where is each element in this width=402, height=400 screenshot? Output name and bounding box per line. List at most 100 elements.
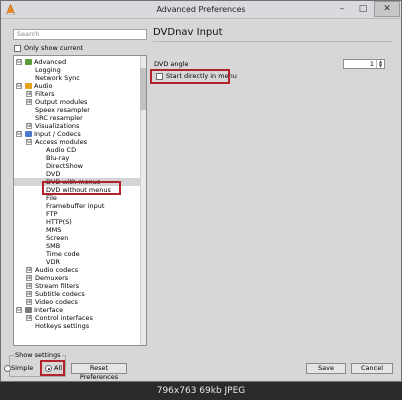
collapse-icon[interactable]: ⊟ <box>16 59 22 65</box>
tree-item[interactable]: ⊞ Audio codecs <box>14 266 141 274</box>
tree-item-label: Audio codecs <box>35 266 79 274</box>
tree-item-label: DVD <box>46 170 61 178</box>
preferences-tree[interactable]: ⊟ Advanced Logging Network Sync ⊟ Audio ⊞ Filte… <box>13 55 147 346</box>
tree-item-label: Input / Codecs <box>34 130 81 138</box>
tree-item[interactable]: DirectShow <box>14 162 141 170</box>
spin-arrows-icon[interactable]: ▲ ▼ <box>376 60 384 68</box>
tree-item-label: HTTP(S) <box>46 218 72 226</box>
collapse-icon[interactable]: ⊟ <box>16 307 22 313</box>
tree-item-label: Access modules <box>35 138 88 146</box>
input-codecs-icon <box>25 131 32 137</box>
save-button[interactable]: Save <box>306 363 346 374</box>
close-button[interactable]: ✕ <box>374 1 400 17</box>
tree-item[interactable]: Time code <box>14 250 141 258</box>
tree-item-label: Speex resampler <box>35 106 90 114</box>
tree-item[interactable]: Hotkeys settings <box>14 322 141 330</box>
tree-item-label: Output modules <box>35 98 88 106</box>
simple-label: Simple <box>11 364 34 372</box>
tree-item[interactable]: File <box>14 194 141 202</box>
tree-item-label: Visualizations <box>35 122 80 130</box>
tree-item[interactable]: ⊞ Filters <box>14 90 141 98</box>
dvd-angle-spinbox[interactable]: 1 ▲ ▼ <box>343 59 385 69</box>
dvd-angle-value: 1 <box>369 60 374 68</box>
tree-item[interactable]: ⊞ Stream filters <box>14 282 141 290</box>
maximize-button[interactable]: □ <box>353 1 373 17</box>
tree-item[interactable]: FTP <box>14 210 141 218</box>
simple-radio[interactable] <box>4 365 11 372</box>
cancel-button[interactable]: Cancel <box>351 363 393 374</box>
tree-item[interactable]: ⊟ Access modules <box>14 138 141 146</box>
tree-item-label: Audio CD <box>46 146 77 154</box>
dvd-angle-label: DVD angle <box>154 60 189 68</box>
tree-item-label: Logging <box>35 66 61 74</box>
tree-item[interactable]: ⊞ Demuxers <box>14 274 141 282</box>
expand-icon[interactable]: ⊞ <box>26 267 32 273</box>
tree-item[interactable]: SMB <box>14 242 141 250</box>
tree-item[interactable]: ⊟ Input / Codecs <box>14 130 141 138</box>
expand-icon[interactable]: ⊞ <box>26 299 32 305</box>
tree-scrollbar[interactable] <box>140 56 146 345</box>
tree-item[interactable]: ⊞ Control interfaces <box>14 314 141 322</box>
tree-item[interactable]: ⊞ Output modules <box>14 98 141 106</box>
interface-icon <box>25 307 32 313</box>
tree-item-label: Advanced <box>34 58 67 66</box>
tree-item-label: Video codecs <box>35 298 78 306</box>
tree-item[interactable]: VDR <box>14 258 141 266</box>
tree-item[interactable]: ⊟ Advanced <box>14 58 141 66</box>
advanced-icon <box>25 59 32 65</box>
tree-scrollbar-thumb[interactable] <box>140 68 146 110</box>
dvd-with-menus-highlight <box>42 181 121 195</box>
tree-item[interactable]: Blu-ray <box>14 154 141 162</box>
tree-item-label: Interface <box>34 306 64 314</box>
title-divider <box>153 41 393 42</box>
tree-item[interactable]: Framebuffer input <box>14 202 141 210</box>
tree-item-label: Screen <box>46 234 69 242</box>
title-bar[interactable]: Advanced Preferences – □ ✕ <box>1 1 401 19</box>
tree-item[interactable]: ⊟ Interface <box>14 306 141 314</box>
minimize-button[interactable]: – <box>332 1 352 17</box>
only-show-current-checkbox[interactable] <box>14 45 21 52</box>
tree-item-label: Stream filters <box>35 282 80 290</box>
tree-item[interactable]: ⊞ Video codecs <box>14 298 141 306</box>
expand-icon[interactable]: ⊞ <box>26 275 32 281</box>
tree-item[interactable]: Logging <box>14 66 141 74</box>
show-settings-legend: Show settings <box>14 351 62 359</box>
tree-item[interactable]: ⊞ Visualizations <box>14 122 141 130</box>
tree-item-label: FTP <box>46 210 58 218</box>
tree-item-label: Time code <box>46 250 80 258</box>
expand-icon[interactable]: ⊞ <box>26 283 32 289</box>
tree-item-label: Audio <box>34 82 53 90</box>
tree-item[interactable]: Network Sync <box>14 74 141 82</box>
tree-item-label: Filters <box>35 90 55 98</box>
tree-item[interactable]: Screen <box>14 234 141 242</box>
tree-item-label: MMS <box>46 226 62 234</box>
collapse-icon[interactable]: ⊟ <box>16 83 22 89</box>
tree-item[interactable]: Speex resampler <box>14 106 141 114</box>
tree-item[interactable]: HTTP(S) <box>14 218 141 226</box>
tree-item-label: VDR <box>46 258 60 266</box>
tree-item-label: Framebuffer input <box>46 202 105 210</box>
tree-item[interactable]: DVD <box>14 170 141 178</box>
tree-item[interactable]: ⊟ Audio <box>14 82 141 90</box>
tree-item-label: Demuxers <box>35 274 69 282</box>
tree-item[interactable]: Audio CD <box>14 146 141 154</box>
expand-icon[interactable]: ⊞ <box>26 123 32 129</box>
tree-item-label: Control interfaces <box>35 314 93 322</box>
collapse-icon[interactable]: ⊟ <box>16 131 22 137</box>
search-input[interactable]: Search <box>13 29 147 40</box>
reset-preferences-button[interactable]: Reset Preferences <box>71 363 127 381</box>
tree-item-label: SMB <box>46 242 61 250</box>
tree-item-label: Subtitle codecs <box>35 290 85 298</box>
only-show-current-label: Only show current <box>24 44 84 52</box>
expand-icon[interactable]: ⊞ <box>26 91 32 97</box>
expand-icon[interactable]: ⊞ <box>26 291 32 297</box>
tree-item[interactable]: MMS <box>14 226 141 234</box>
expand-icon[interactable]: ⊞ <box>26 99 32 105</box>
expand-icon[interactable]: ⊞ <box>26 315 32 321</box>
start-directly-highlight <box>150 69 230 84</box>
tree-item[interactable]: ⊞ Subtitle codecs <box>14 290 141 298</box>
collapse-icon[interactable]: ⊟ <box>26 139 32 145</box>
tree-item-label: Network Sync <box>35 74 80 82</box>
tree-item[interactable]: SRC resampler <box>14 114 141 122</box>
all-radio-highlight <box>40 360 65 376</box>
